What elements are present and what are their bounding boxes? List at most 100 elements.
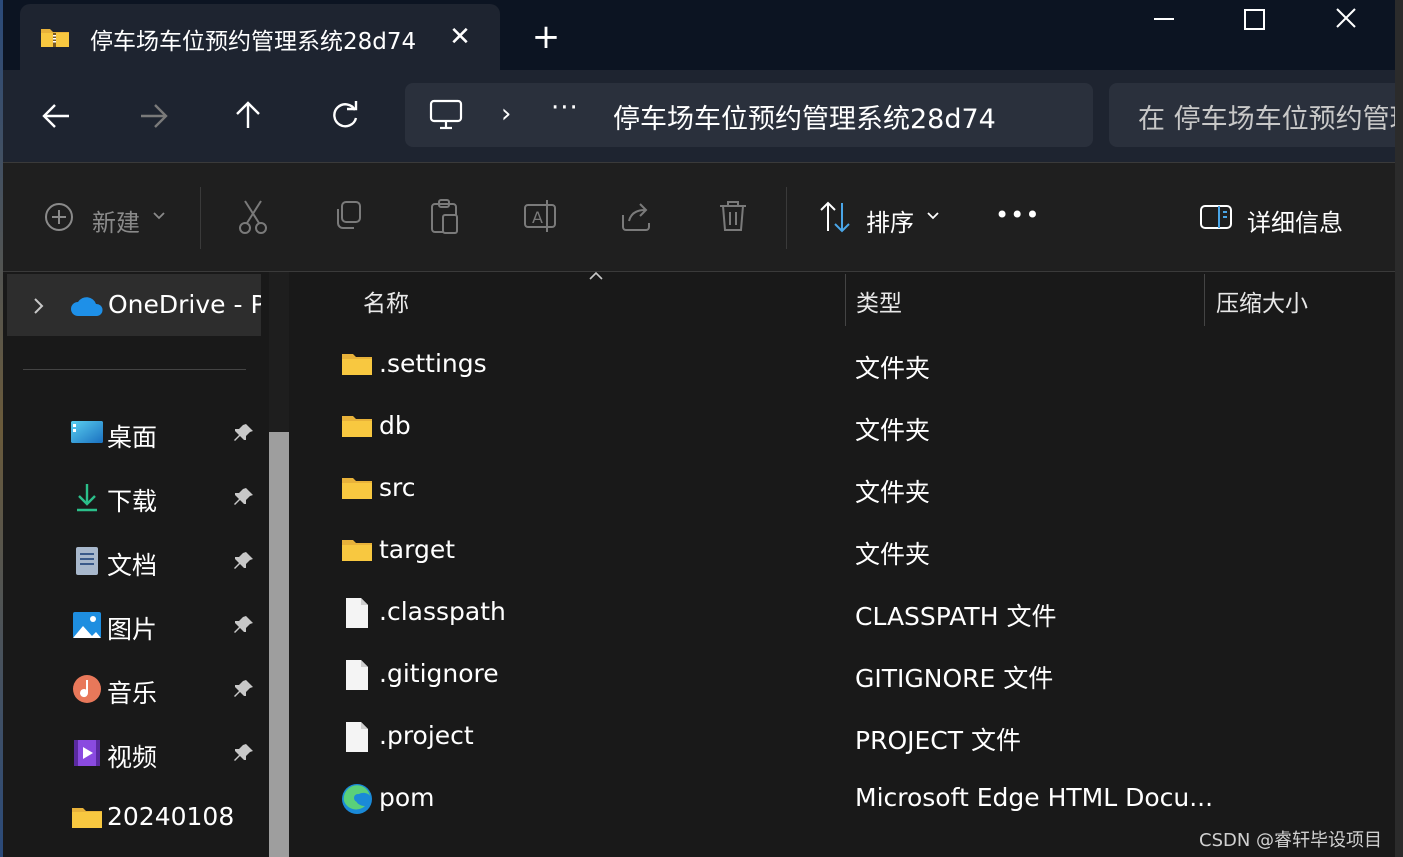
sort-ascending-caret-icon <box>589 271 603 280</box>
new-label: 新建 <box>92 209 140 237</box>
sidebar-item-folder-20240108[interactable]: 20240108 <box>3 790 265 846</box>
refresh-icon[interactable] <box>325 96 365 136</box>
file-type: 文件夹 <box>855 416 931 445</box>
command-bar: 新建 A 排序 ••• 详细信息 <box>3 163 1395 271</box>
pin-icon[interactable] <box>232 549 256 573</box>
column-header-name[interactable]: 名称 <box>363 284 409 318</box>
table-row[interactable]: .settings 文件夹 <box>300 334 1395 396</box>
table-row[interactable]: src 文件夹 <box>300 458 1395 520</box>
more-options-icon[interactable]: ••• <box>995 201 1040 229</box>
sidebar-item-label: 视频 <box>107 743 158 772</box>
sidebar-item-label: 桌面 <box>107 423 158 452</box>
folder-icon <box>72 808 102 828</box>
table-row[interactable]: .gitignore GITIGNORE 文件 <box>300 644 1395 706</box>
sidebar-scrollbar-thumb[interactable] <box>269 432 289 857</box>
column-header-type[interactable]: 类型 <box>856 284 902 318</box>
column-header-compressed-size[interactable]: 压缩大小 <box>1216 284 1308 318</box>
sidebar-item-label: 音乐 <box>107 679 158 708</box>
table-row[interactable]: db 文件夹 <box>300 396 1395 458</box>
music-icon <box>73 675 101 703</box>
file-name: .project <box>379 721 474 750</box>
tab-active[interactable]: 停车场车位预约管理系统28d74 ✕ <box>20 4 500 70</box>
videos-icon <box>74 740 100 766</box>
new-tab-button[interactable]: + <box>528 20 564 56</box>
edge-icon <box>342 784 372 814</box>
sidebar-item-music[interactable]: 音乐 <box>3 662 265 718</box>
file-name: pom <box>379 783 435 812</box>
details-button[interactable]: 详细信息 <box>1247 203 1343 238</box>
file-name: .settings <box>379 349 487 378</box>
minimize-icon[interactable] <box>1141 5 1187 41</box>
share-icon[interactable] <box>619 195 655 239</box>
breadcrumb-current-folder[interactable]: 停车场车位预约管理系统28d74 <box>613 97 996 136</box>
sidebar-item-desktop[interactable]: 桌面 <box>3 406 265 462</box>
table-row[interactable]: target 文件夹 <box>300 520 1395 582</box>
folder-icon <box>342 540 372 561</box>
file-explorer-window: 停车场车位预约管理系统28d74 ✕ + › ··· 停车场车位预约管理系统28… <box>3 0 1395 857</box>
pin-icon[interactable] <box>232 741 256 765</box>
copy-icon[interactable] <box>331 195 367 239</box>
chevron-down-icon <box>153 212 165 220</box>
plus-circle-icon <box>45 203 73 231</box>
folder-icon <box>342 354 372 375</box>
folder-icon <box>342 416 372 437</box>
desktop-icon <box>71 421 103 443</box>
zip-folder-icon <box>41 29 69 47</box>
column-divider[interactable] <box>845 274 846 326</box>
onedrive-cloud-icon <box>71 297 103 316</box>
sidebar-item-onedrive[interactable]: OneDrive - Personal <box>7 274 261 336</box>
table-row[interactable]: pom Microsoft Edge HTML Docu... <box>300 768 1395 830</box>
details-pane-icon[interactable] <box>1198 195 1234 239</box>
sidebar-divider <box>23 369 246 370</box>
paste-icon[interactable] <box>427 195 463 239</box>
pin-icon[interactable] <box>232 677 256 701</box>
breadcrumb-chevron-icon[interactable]: › <box>501 99 511 129</box>
pin-icon[interactable] <box>232 613 256 637</box>
sidebar-item-label: 图片 <box>107 615 158 644</box>
file-type: CLASSPATH 文件 <box>855 602 1057 631</box>
close-window-icon[interactable] <box>1323 5 1369 41</box>
sidebar-item-label: 文档 <box>107 551 158 580</box>
pin-icon[interactable] <box>232 485 256 509</box>
search-placeholder: 在 停车场车位预约管理系统28d74 中搜索 <box>1138 104 1395 135</box>
file-type: Microsoft Edge HTML Docu... <box>855 783 1214 812</box>
title-bar: 停车场车位预约管理系统28d74 ✕ + <box>3 0 1395 70</box>
sort-button[interactable]: 排序 <box>866 203 914 238</box>
address-bar[interactable]: › ··· 停车场车位预约管理系统28d74 <box>405 83 1093 147</box>
search-box[interactable]: 在 停车场车位预约管理系统28d74 中搜索 <box>1109 83 1395 147</box>
watermark: CSDN @睿轩毕设项目 <box>1199 830 1383 851</box>
sidebar-item-documents[interactable]: 文档 <box>3 534 265 590</box>
column-divider[interactable] <box>1204 274 1205 326</box>
file-icon <box>346 660 368 690</box>
chevron-right-icon[interactable] <box>31 296 47 316</box>
file-name: target <box>379 535 456 564</box>
breadcrumb-more-icon[interactable]: ··· <box>551 93 579 123</box>
file-icon <box>346 598 368 628</box>
maximize-icon[interactable] <box>1231 5 1277 41</box>
sidebar-item-videos[interactable]: 视频 <box>3 726 265 782</box>
delete-icon[interactable] <box>715 195 751 239</box>
documents-icon <box>76 547 98 575</box>
rename-icon[interactable]: A <box>522 195 562 239</box>
chevron-down-icon <box>927 212 939 220</box>
sidebar-item-downloads[interactable]: 下载 <box>3 470 265 526</box>
file-name: .classpath <box>379 597 506 626</box>
forward-arrow-icon[interactable] <box>133 96 173 136</box>
file-name: db <box>379 411 411 440</box>
pin-icon[interactable] <box>232 421 256 445</box>
table-row[interactable]: .project PROJECT 文件 <box>300 706 1395 768</box>
folder-icon <box>342 478 372 499</box>
svg-text:A: A <box>532 208 543 227</box>
file-type: PROJECT 文件 <box>855 726 1021 755</box>
navigation-bar: › ··· 停车场车位预约管理系统28d74 在 停车场车位预约管理系统28d7… <box>3 70 1395 162</box>
table-row[interactable]: .classpath CLASSPATH 文件 <box>300 582 1395 644</box>
file-name: src <box>379 473 416 502</box>
cut-icon[interactable] <box>235 195 271 239</box>
sort-icon[interactable] <box>817 195 853 239</box>
up-arrow-icon[interactable] <box>228 96 268 136</box>
sidebar-item-pictures[interactable]: 图片 <box>3 598 265 654</box>
tab-close-icon[interactable]: ✕ <box>445 22 475 52</box>
this-pc-icon <box>429 99 463 130</box>
back-arrow-icon[interactable] <box>37 96 77 136</box>
tab-title: 停车场车位预约管理系统28d74 <box>90 29 417 55</box>
